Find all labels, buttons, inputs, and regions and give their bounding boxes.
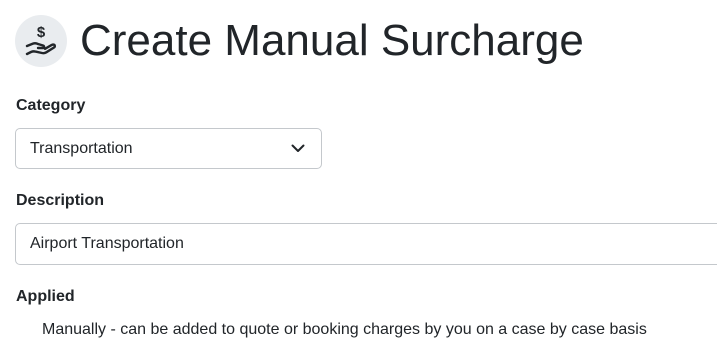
page-header: $ Create Manual Surcharge (15, 15, 584, 67)
create-surcharge-page: $ Create Manual Surcharge Category Trans… (0, 0, 717, 355)
applied-label: Applied (16, 288, 75, 305)
description-input[interactable] (15, 223, 717, 265)
category-selected-value: Transportation (30, 139, 133, 157)
category-select[interactable]: Transportation (15, 128, 322, 169)
hand-dollar-icon: $ (15, 15, 67, 67)
chevron-down-icon (291, 144, 305, 152)
description-label: Description (16, 192, 105, 209)
page-title: Create Manual Surcharge (80, 16, 584, 65)
applied-description: Manually - can be added to quote or book… (42, 321, 647, 338)
svg-text:$: $ (37, 24, 46, 41)
category-label: Category (16, 97, 86, 114)
